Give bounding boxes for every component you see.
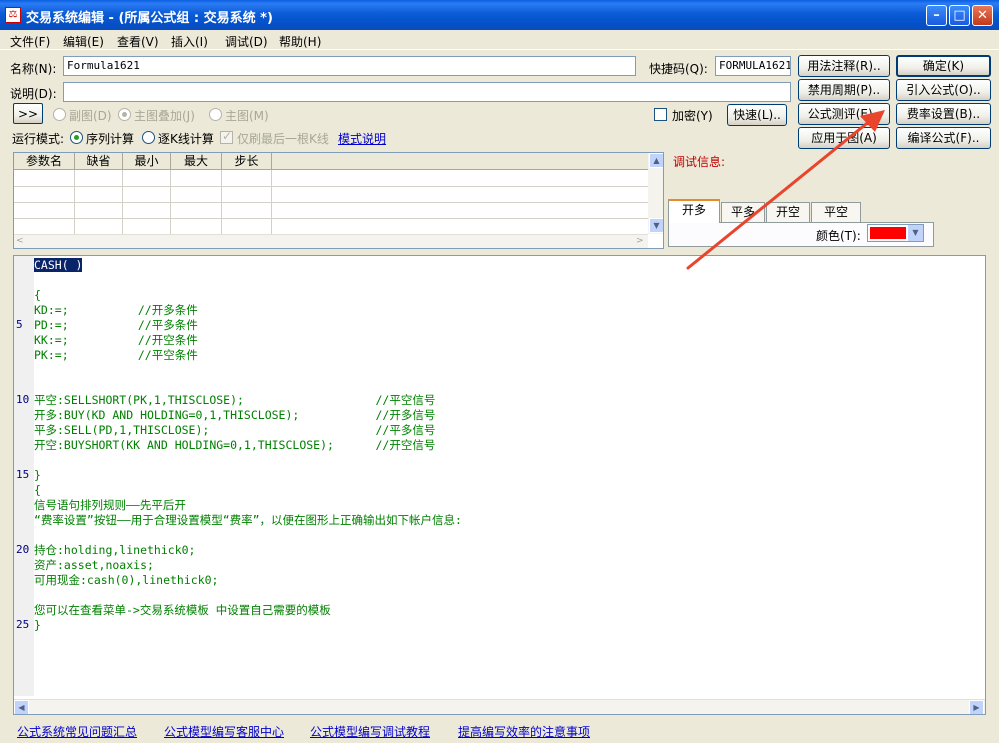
desc-field[interactable] [63, 82, 791, 102]
footer-link-tips[interactable]: 提高编写效率的注意事项 [458, 723, 590, 740]
disable-period-button[interactable]: 禁用周期(P).. [798, 79, 890, 101]
run-mode-perbar-label: 逐K线计算 [158, 132, 214, 146]
run-mode-sequence-label: 序列计算 [86, 132, 135, 146]
param-header-name: 参数名 [14, 153, 75, 170]
table-row [14, 218, 649, 219]
chart-option-main-label: 主图(M) [225, 109, 269, 123]
code-line: KK:=; //开空条件 [34, 333, 198, 347]
scroll-right-icon[interactable]: > [636, 236, 644, 246]
code-line: { [34, 288, 41, 302]
last-bar-checkbox[interactable] [220, 129, 233, 144]
encrypt-checkbox[interactable] [654, 108, 667, 121]
scroll-left-icon[interactable]: ◀ [14, 700, 29, 714]
menu-insert[interactable]: 插入(I) [171, 33, 208, 50]
annotation-arrow [686, 110, 885, 270]
expand-button[interactable]: >> [13, 103, 43, 124]
code-line: PD:=; //平多条件 [34, 318, 198, 332]
code-line: } [34, 468, 41, 482]
code-line: “费率设置”按钮——用于合理设置模型“费率”，以便在图形上正确输出如下帐户信息: [34, 513, 462, 527]
shortcut-label: 快捷码(Q): [649, 62, 708, 76]
param-header-filler [272, 153, 649, 170]
table-row [14, 202, 649, 203]
name-label: 名称(N): [10, 62, 57, 76]
mode-help-link[interactable]: 模式说明 [338, 130, 386, 147]
param-header-default: 缺省 [75, 153, 123, 170]
chevron-down-icon[interactable]: ▼ [908, 225, 923, 241]
code-line: { [34, 483, 41, 497]
code-line: KD:=; //开多条件 [34, 303, 198, 317]
ok-button[interactable]: 确定(K) [896, 55, 991, 77]
scroll-down-icon[interactable]: ▼ [649, 218, 663, 233]
menu-debug[interactable]: 调试(D) [225, 33, 268, 50]
import-formula-button[interactable]: 引入公式(O).. [896, 79, 991, 101]
code-line: PK:=; //平空条件 [34, 348, 198, 362]
menu-help[interactable]: 帮助(H) [279, 33, 321, 50]
chart-option-overlay-radio[interactable] [118, 108, 131, 121]
grid-col-line [271, 170, 272, 234]
param-hscroll[interactable] [14, 234, 648, 248]
code-line: } [34, 618, 41, 632]
chart-option-overlay-label: 主图叠加(J) [134, 109, 195, 123]
grid-col-line [170, 170, 171, 234]
grid-col-line [221, 170, 222, 234]
code-line-selected: CASH( ) [34, 258, 83, 272]
line-number: 25 [16, 618, 30, 631]
compile-button[interactable]: 编译公式(F).. [896, 127, 991, 149]
table-row [14, 186, 649, 187]
line-number: 10 [16, 393, 30, 406]
run-mode-sequence-radio[interactable] [70, 131, 83, 144]
param-header-step: 步长 [222, 153, 272, 170]
app-icon: ⚖ [5, 7, 21, 23]
code-line: 信号语句排列规则——先平后开 [34, 498, 186, 512]
grid-col-line [122, 170, 123, 234]
menu-view[interactable]: 查看(V) [117, 33, 159, 50]
code-line: 开多:BUY(KD AND HOLDING=0,1,THISCLOSE); //… [34, 408, 436, 422]
minimize-icon[interactable]: – [926, 5, 947, 26]
code-line: 持仓:holding,linethick0; [34, 543, 196, 557]
menu-edit[interactable]: 编辑(E) [63, 33, 104, 50]
scroll-up-icon[interactable]: ▲ [649, 153, 663, 168]
close-icon[interactable]: ✕ [972, 5, 993, 26]
arrow-head [860, 110, 885, 132]
maximize-icon[interactable]: □ [949, 5, 970, 26]
shortcut-field[interactable]: FORMULA1621 [715, 56, 791, 76]
code-editor[interactable]: 5 10 15 20 25 CASH( ) { KD:=; //开多条件 PD:… [13, 255, 986, 715]
title-bar[interactable]: ⚖ 交易系统编辑 - (所属公式组 : 交易系统 *) – □ ✕ [0, 0, 999, 30]
last-bar-label: 仅刷最后一根K线 [237, 132, 329, 146]
grid-col-line [74, 170, 75, 234]
param-header-max: 最大 [171, 153, 222, 170]
window-title: 交易系统编辑 - (所属公式组 : 交易系统 *) [26, 11, 273, 26]
chart-option-sub-radio[interactable] [53, 108, 66, 121]
scroll-left-icon[interactable]: < [16, 236, 24, 246]
param-table[interactable]: 参数名 缺省 最小 最大 步长 ▲ ▼ < > [13, 152, 664, 249]
footer-link-tutorial[interactable]: 公式模型编写调试教程 [310, 723, 430, 740]
chart-option-main-radio[interactable] [209, 108, 222, 121]
menu-file[interactable]: 文件(F) [10, 33, 50, 50]
desc-label: 说明(D): [10, 87, 57, 101]
code-line: 资产:asset,noaxis; [34, 558, 154, 572]
footer-link-support[interactable]: 公式模型编写客服中心 [164, 723, 284, 740]
scroll-right-icon[interactable]: ▶ [969, 700, 984, 714]
fee-setting-button[interactable]: 费率设置(B).. [896, 103, 991, 125]
code-line: 可用现金:cash(0),linethick0; [34, 573, 219, 587]
name-field[interactable]: Formula1621 [63, 56, 636, 76]
editor-hscroll[interactable]: ◀ ▶ [14, 699, 985, 714]
arrow-shaft [686, 114, 878, 270]
usage-note-button[interactable]: 用法注释(R).. [798, 55, 890, 77]
line-number: 20 [16, 543, 30, 556]
code-line: 平空:SELLSHORT(PK,1,THISCLOSE); //平空信号 [34, 393, 436, 407]
run-mode-perbar-radio[interactable] [142, 131, 155, 144]
footer-link-faq[interactable]: 公式系统常见问题汇总 [17, 723, 137, 740]
chart-option-sub-label: 副图(D) [69, 109, 112, 123]
code-line: 您可以在查看菜单->交易系统模板 中设置自己需要的模板 [34, 603, 331, 617]
code-line: 平多:SELL(PD,1,THISCLOSE); //平多信号 [34, 423, 436, 437]
param-header-min: 最小 [123, 153, 171, 170]
line-number: 15 [16, 468, 30, 481]
run-mode-label: 运行模式: [12, 132, 65, 146]
line-number: 5 [16, 318, 23, 331]
code-line: 开空:BUYSHORT(KK AND HOLDING=0,1,THISCLOSE… [34, 438, 436, 452]
